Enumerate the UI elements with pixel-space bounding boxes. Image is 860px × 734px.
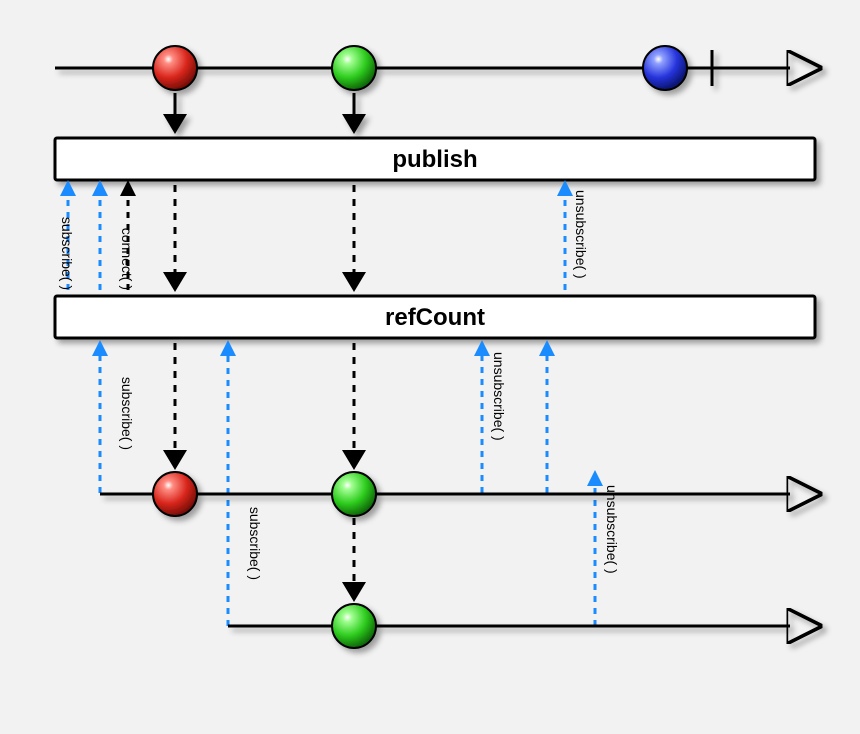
call-subscribe-output2: subscribe( ) xyxy=(220,340,263,626)
label-unsubscribe: unsubscribe( ) xyxy=(604,485,620,574)
call-subscribe-to-publish xyxy=(92,180,108,290)
marble-green xyxy=(332,472,376,516)
emit-arrow xyxy=(342,93,366,134)
marble-blue xyxy=(643,46,687,90)
label-subscribe: subscribe( ) xyxy=(247,507,263,580)
publish-label: publish xyxy=(392,146,477,173)
emit-arrow-dashed xyxy=(163,185,187,292)
label-unsubscribe: unsubscribe( ) xyxy=(491,352,507,441)
operator-publish: publish xyxy=(55,138,815,180)
label-subscribe: subscribe( ) xyxy=(119,377,135,450)
call-subscribe-output1: subscribe( ) xyxy=(92,340,135,493)
emit-arrow-dashed xyxy=(163,343,187,470)
timeline-output-2 xyxy=(228,604,790,648)
call-unsubscribe-to-publish: unsubscribe( ) xyxy=(557,180,589,290)
marble-green xyxy=(332,46,376,90)
refcount-label: refCount xyxy=(385,304,485,331)
emit-arrow-dashed xyxy=(342,518,366,602)
call-unsubscribe-output1: unsubscribe( ) xyxy=(474,340,507,493)
timeline-output-1 xyxy=(100,472,790,516)
label-unsubscribe: unsubscribe( ) xyxy=(573,190,589,279)
operator-refcount: refCount xyxy=(55,296,815,338)
emit-arrow xyxy=(163,93,187,134)
label-connect: connect( ) xyxy=(119,228,135,290)
call-unsubscribe-output2 xyxy=(539,340,555,493)
emit-arrow-dashed xyxy=(342,343,366,470)
marble-red xyxy=(153,472,197,516)
timeline-input xyxy=(55,46,790,134)
label-subscribe: subscribe( ) xyxy=(59,217,75,290)
marble-red xyxy=(153,46,197,90)
marble-diagram: publish subscribe( ) connect( ) unsubscr… xyxy=(0,0,860,734)
call-subscribe-to-publish: subscribe( ) xyxy=(59,180,76,290)
marble-green xyxy=(332,604,376,648)
emit-arrow-dashed xyxy=(342,185,366,292)
call-connect-to-publish: connect( ) xyxy=(119,180,136,290)
